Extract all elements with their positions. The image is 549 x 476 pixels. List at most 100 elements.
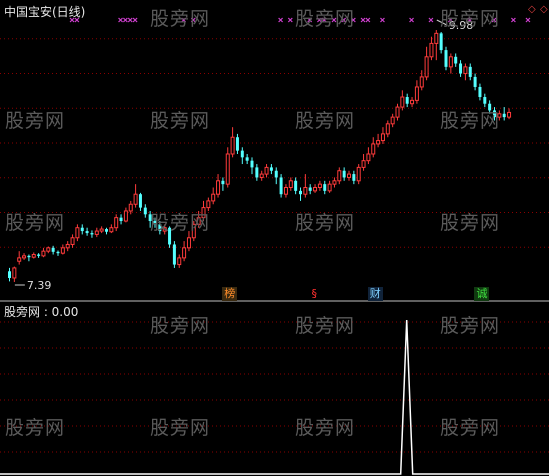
candle-body [230, 136, 235, 155]
candle-body [114, 217, 119, 229]
candle-body [323, 184, 327, 191]
candle-body [99, 228, 104, 232]
annotation-label: 7.39 [27, 279, 51, 292]
candle-body [478, 86, 482, 98]
watermark: 股旁网 [150, 315, 211, 337]
watermark: 股旁网 [295, 315, 356, 337]
candle-body [376, 140, 381, 145]
candle-body [468, 66, 472, 77]
candle-body [274, 170, 278, 178]
watermark: 股旁网 [295, 417, 356, 439]
candle-body [216, 180, 221, 195]
candle-body [439, 33, 443, 51]
candle-body [255, 167, 259, 178]
candle-body [109, 227, 114, 233]
watermark: 股旁网 [150, 417, 211, 439]
candle-body [347, 173, 351, 178]
candle-body [414, 86, 419, 101]
candle-body [419, 76, 424, 88]
candle-body [429, 42, 434, 58]
candle-body [380, 133, 385, 142]
candle-body [8, 271, 11, 278]
candle-body [507, 111, 512, 118]
watermark: 股旁网 [440, 212, 501, 234]
candle-body [235, 137, 239, 151]
watermark: 股旁网 [150, 8, 211, 30]
candle-body [75, 227, 80, 239]
watermark: 股旁网 [150, 110, 211, 132]
cross-marker [132, 17, 138, 23]
candle-body [70, 237, 75, 245]
candle-body [454, 56, 458, 64]
cross-marker [278, 17, 284, 23]
candle-body [385, 123, 390, 135]
cross-marker [409, 17, 414, 23]
indicator-title: 股旁网 : 0.00 [4, 305, 79, 319]
event-badge: 财 [367, 287, 383, 301]
candle-body [269, 167, 273, 171]
candle-body [177, 257, 182, 266]
candle-body [502, 113, 506, 118]
candle-body [444, 50, 448, 67]
watermark: 股旁网 [295, 8, 356, 30]
watermark: 股旁网 [5, 110, 66, 132]
kline-chart: 9.987.39 [0, 17, 549, 475]
watermark: 股旁网 [440, 417, 501, 439]
candle-body [250, 160, 254, 168]
diamond-marker-icon: ◇ [528, 4, 536, 15]
watermark: 股旁网 [295, 110, 356, 132]
watermark: 股旁网 [5, 212, 66, 234]
candle-body [60, 247, 65, 254]
candle-body [31, 254, 36, 258]
candle-body [90, 233, 94, 235]
candle-body [400, 96, 405, 108]
candle-body [473, 76, 477, 87]
candle-body [17, 257, 22, 262]
watermark: 股旁网 [5, 417, 66, 439]
cross-marker [365, 17, 371, 23]
cross-marker [428, 17, 434, 23]
diamond-marker-icon: ◇ [540, 4, 548, 15]
candle-body [279, 177, 283, 195]
cross-marker [510, 17, 516, 23]
candle-body [51, 247, 55, 252]
candle-body [313, 187, 318, 192]
candle-body [12, 267, 17, 279]
stock-title: 中国宝安(日线) [4, 5, 86, 19]
cross-marker [360, 17, 366, 23]
watermark: 股旁网 [295, 212, 356, 234]
candle-body [27, 255, 31, 258]
candle-body [395, 106, 400, 118]
candle-body [294, 180, 298, 191]
cross-marker [122, 17, 128, 23]
candle-body [186, 237, 191, 249]
candle-body [405, 97, 409, 104]
cross-marker [525, 17, 531, 23]
candle-body [259, 173, 264, 178]
candle-body [221, 180, 225, 185]
candle-body [308, 187, 312, 191]
watermark: 股旁网 [440, 315, 501, 337]
candle-body [356, 166, 361, 182]
candle-body [56, 251, 60, 254]
candle-body [143, 207, 147, 215]
candle-body [332, 180, 337, 185]
candle-body [206, 200, 211, 209]
candle-body [80, 227, 84, 232]
candle-body [410, 99, 415, 105]
candle-body [352, 174, 356, 181]
candle-body [483, 97, 487, 104]
candle-body [371, 143, 376, 155]
candle-body [361, 160, 366, 168]
candle-body [41, 250, 46, 257]
candle-body [283, 187, 288, 195]
candle-body [245, 157, 249, 161]
candle-body [182, 247, 187, 259]
event-badge: 诚 [474, 287, 490, 301]
candle-body [94, 230, 99, 235]
candle-body [303, 187, 308, 195]
candle-body [105, 229, 108, 232]
candle-body [459, 63, 463, 74]
candle-body [337, 170, 342, 182]
candle-body [299, 190, 302, 195]
